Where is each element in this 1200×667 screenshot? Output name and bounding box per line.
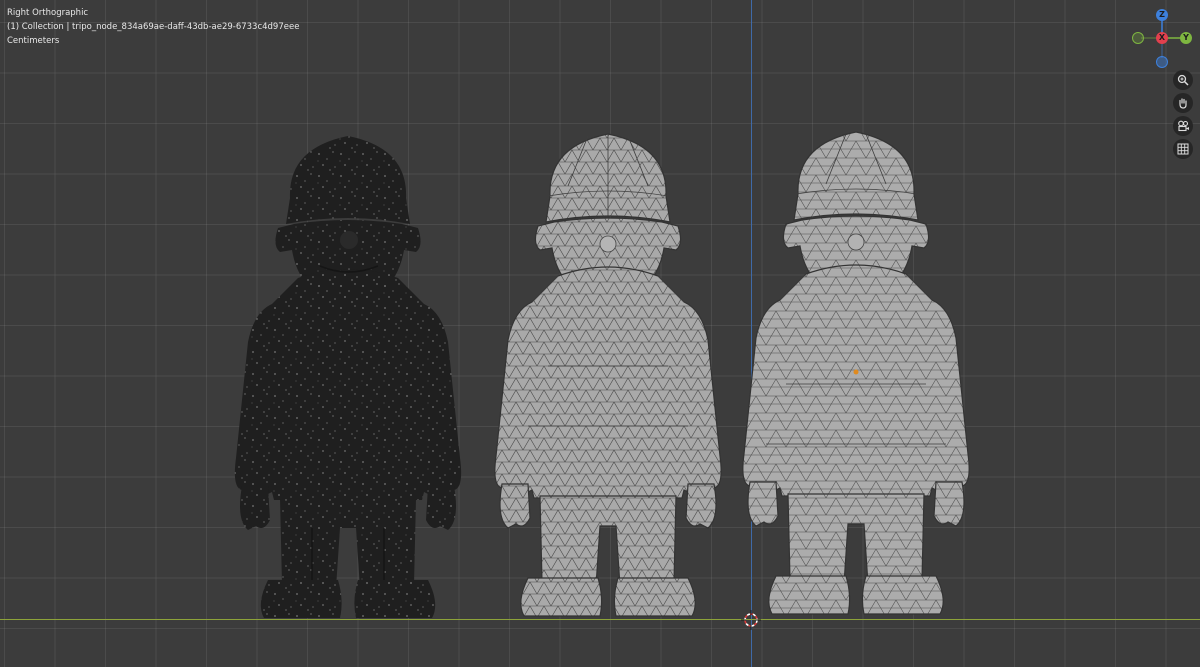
figure-wireframe-dense[interactable] [488,126,728,626]
gizmo-neg-z-axis[interactable] [1156,56,1168,68]
3d-cursor-icon[interactable] [741,610,761,630]
figure-dark-shaded[interactable] [228,128,468,628]
gizmo-z-axis[interactable]: Z [1156,9,1168,21]
navigation-gizmo[interactable]: Z X Y [1128,6,1198,68]
object-origin-dot [853,369,859,375]
view-name-label: Right Orthographic [7,8,89,18]
3d-viewport[interactable]: Right Orthographic (1) Collection | trip… [0,0,1200,667]
units-label: Centimeters [7,36,60,46]
viewport-info-overlay: Right Orthographic (1) Collection | trip… [7,6,299,48]
zoom-icon[interactable] [1173,70,1193,90]
camera-view-icon[interactable] [1173,116,1193,136]
pan-hand-icon[interactable] [1173,93,1193,113]
figure-wireframe-sparse[interactable] [736,124,976,624]
gizmo-neg-y-axis[interactable] [1132,32,1144,44]
gizmo-x-axis[interactable]: X [1156,32,1168,44]
grid-toggle-icon[interactable] [1173,139,1193,159]
gizmo-y-axis[interactable]: Y [1180,32,1192,44]
collection-label: (1) Collection | tripo_node_834a69ae-daf… [7,22,300,32]
